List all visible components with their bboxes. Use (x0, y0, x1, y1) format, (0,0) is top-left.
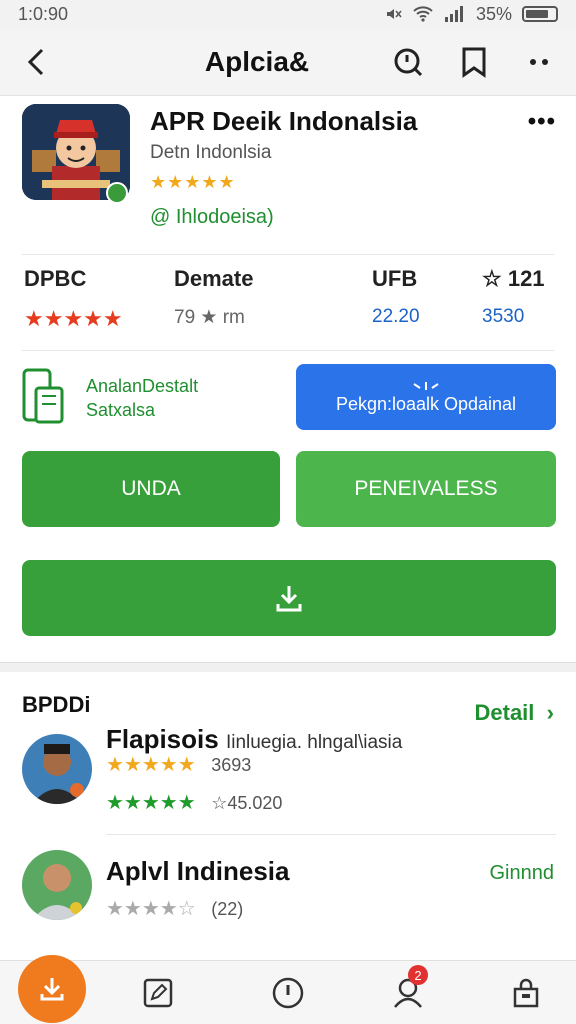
unda-label: UNDA (121, 477, 181, 500)
app-tag-link[interactable]: @ Ihlodoeisa) (150, 206, 274, 229)
info-line2: Satxalsa (86, 400, 156, 420)
stat-favorites: ☆ 121 3530 (482, 266, 545, 328)
optional-package-button[interactable]: Pekgn:loaalk Opdainal (296, 364, 556, 430)
stat-value: 22.20 (372, 306, 420, 327)
battery-percent: 35% (475, 3, 512, 24)
mute-icon (386, 9, 402, 19)
top-app-bar: Aplcia& (0, 28, 576, 96)
nav-download-button[interactable] (18, 955, 86, 1023)
peneivaless-label: PENEIVALESS (354, 477, 498, 500)
rating-count: (22) (211, 899, 244, 919)
download-icon (276, 586, 302, 612)
sparkle-icon (413, 381, 439, 390)
stat-label: Demate (174, 266, 254, 291)
detail-link[interactable]: Detail › (475, 700, 555, 726)
rating-stars: ★★★★☆ (106, 898, 196, 920)
item-rating-row: ★★★★★ 3693 (106, 752, 251, 777)
compass-icon (272, 977, 304, 1009)
battery-icon (522, 6, 558, 22)
page-title: Aplcia& (204, 45, 310, 77)
info-line1: AnalanDestalt (86, 376, 199, 396)
divider (22, 254, 554, 255)
app-rating-stars: ★★★★★ (150, 172, 236, 192)
signal-icon (444, 6, 463, 22)
wifi-icon (413, 6, 433, 22)
stat-value: 3530 (482, 306, 525, 327)
more-button[interactable] (518, 40, 562, 84)
stat-size: UFB 22.20 (372, 266, 420, 328)
item-rating-row: ★★★★☆ (22) (106, 896, 243, 921)
rating-stars: ★★★★★ (106, 792, 196, 814)
person-avatar-icon (22, 850, 92, 920)
avatar (22, 734, 92, 804)
unda-button[interactable]: UNDA (22, 451, 280, 527)
stat-label: UFB (372, 266, 418, 291)
item-subtitle: Iinluegia. hlngal\iasia (225, 732, 403, 753)
stat-label: DPBC (24, 266, 87, 291)
status-time: 1:0:90 (18, 3, 69, 24)
item-title: Flapisois Iinluegia. hlngal\iasia (106, 724, 402, 755)
bookmark-button[interactable] (452, 40, 496, 84)
item-action-link[interactable]: Ginnnd (490, 862, 555, 885)
top-actions (386, 40, 562, 84)
rating-count: 3693 (211, 755, 252, 775)
info-text: AnalanDestalt Satxalsa (86, 374, 198, 422)
edit-icon (143, 978, 173, 1008)
chevron-right-icon: › (540, 700, 554, 725)
avatar (22, 850, 92, 920)
stat-downloads: Demate 79 ★ rm (174, 266, 253, 329)
stats-row: DPBC ★★★★★ Demate 79 ★ rm UFB 22.20 ☆ 12… (0, 266, 576, 346)
app-more-icon[interactable]: ••• (528, 108, 556, 136)
status-icons: 35% (384, 4, 558, 25)
section-separator (0, 662, 576, 672)
rating-stars: ★★★★★ (106, 754, 196, 776)
section-label: BPDDi (22, 692, 91, 717)
nav-edit-button[interactable] (138, 973, 178, 1013)
nav-discover-button[interactable] (268, 973, 308, 1013)
stat-value: 79 ★ rm (174, 307, 245, 328)
bottom-navigation: 2 (0, 955, 576, 1024)
search-button[interactable] (386, 40, 430, 84)
detail-label: Detail (474, 700, 535, 725)
app-name: APR Deeik Indonalsia (150, 106, 418, 136)
info-row: AnalanDestalt Satxalsa Pekgn:loaalk Opda… (0, 362, 576, 434)
stat-rating: DPBC ★★★★★ (24, 266, 123, 332)
app-header: APR Deeik Indonalsia Detn Indonlsia ★★★★… (0, 96, 576, 246)
chevron-left-icon (27, 48, 44, 75)
download-icon (40, 978, 64, 1001)
shopping-bag-icon (513, 978, 539, 1008)
status-bar: 1:0:90 35% (0, 0, 576, 28)
notification-badge: 2 (408, 965, 428, 985)
more-dots-icon (530, 58, 548, 65)
item-name: Flapisois (106, 724, 219, 754)
optional-package-label: Pekgn:loaalk Opdainal (335, 393, 517, 414)
peneivaless-button[interactable]: PENEIVALESS (296, 451, 556, 527)
app-developer: Detn Indonlsia (150, 142, 272, 163)
divider (22, 350, 554, 351)
person-avatar-icon (22, 734, 92, 804)
divider (106, 834, 556, 835)
nav-store-button[interactable] (506, 973, 546, 1013)
bookmark-icon (462, 47, 486, 78)
stat-label: ☆ 121 (482, 266, 545, 291)
item-rating-row: ★★★★★ ☆45.020 (106, 790, 282, 815)
item-name: Aplvl Indinesia (106, 856, 290, 886)
download-button[interactable] (22, 560, 556, 636)
nav-profile-button[interactable]: 2 (388, 965, 428, 1013)
search-icon (394, 48, 423, 76)
rating-count: ☆45.020 (211, 793, 283, 813)
verified-badge-icon (106, 182, 128, 204)
stat-value: ★★★★★ (24, 306, 123, 331)
phone-icon (22, 368, 64, 424)
back-button[interactable] (14, 40, 58, 84)
